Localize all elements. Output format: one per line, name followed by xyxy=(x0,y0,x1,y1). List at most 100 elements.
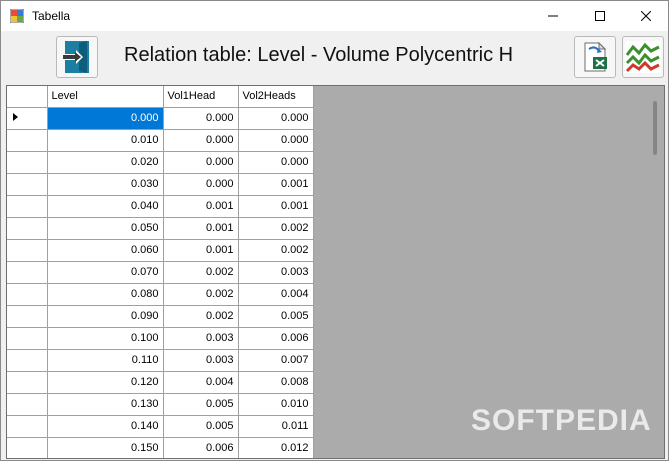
table-row[interactable]: 0.080 0.002 0.004 xyxy=(7,283,314,306)
cell-vol1head[interactable]: 0.005 xyxy=(163,415,239,438)
cell-vol1head[interactable]: 0.003 xyxy=(163,327,239,350)
cell-vol1head[interactable]: 0.001 xyxy=(163,239,239,262)
maximize-button[interactable] xyxy=(577,1,623,31)
excel-export-icon xyxy=(584,41,607,72)
cell-vol2heads[interactable]: 0.011 xyxy=(238,415,314,438)
scrollbar-thumb[interactable] xyxy=(653,101,657,155)
cell-vol1head[interactable]: 0.006 xyxy=(163,437,239,458)
cell-level[interactable]: 0.000 xyxy=(47,107,164,130)
row-header[interactable] xyxy=(7,151,48,174)
cell-level[interactable]: 0.150 xyxy=(47,437,164,458)
table-row[interactable]: 0.150 0.006 0.012 xyxy=(7,437,314,458)
cell-vol1head[interactable]: 0.002 xyxy=(163,283,239,306)
table-row[interactable]: 0.100 0.003 0.006 xyxy=(7,327,314,350)
cell-level[interactable]: 0.120 xyxy=(47,371,164,394)
cell-level[interactable]: 0.130 xyxy=(47,393,164,416)
table-row[interactable]: 0.140 0.005 0.011 xyxy=(7,415,314,438)
table-row[interactable]: 0.010 0.000 0.000 xyxy=(7,129,314,152)
cell-level[interactable]: 0.040 xyxy=(47,195,164,218)
chart-button[interactable] xyxy=(622,36,664,78)
cell-vol2heads[interactable]: 0.007 xyxy=(238,349,314,372)
cell-vol1head[interactable]: 0.000 xyxy=(163,107,239,130)
cell-vol2heads[interactable]: 0.004 xyxy=(238,283,314,306)
cell-vol1head[interactable]: 0.005 xyxy=(163,393,239,416)
cell-vol1head[interactable]: 0.000 xyxy=(163,129,239,152)
cell-vol2heads[interactable]: 0.005 xyxy=(238,305,314,328)
cell-vol1head[interactable]: 0.001 xyxy=(163,217,239,240)
cell-level[interactable]: 0.030 xyxy=(47,173,164,196)
cell-vol2heads[interactable]: 0.003 xyxy=(238,261,314,284)
table-row[interactable]: 0.060 0.001 0.002 xyxy=(7,239,314,262)
line-chart-icon xyxy=(625,41,661,73)
cell-level[interactable]: 0.140 xyxy=(47,415,164,438)
row-header[interactable] xyxy=(7,129,48,152)
row-header[interactable] xyxy=(7,327,48,350)
maximize-icon xyxy=(595,11,605,21)
row-header[interactable] xyxy=(7,437,48,458)
row-header[interactable] xyxy=(7,371,48,394)
table-row[interactable]: 0.000 0.000 0.000 xyxy=(7,107,314,130)
table-row[interactable]: 0.030 0.000 0.001 xyxy=(7,173,314,196)
cell-vol1head[interactable]: 0.004 xyxy=(163,371,239,394)
title-bar[interactable]: Tabella xyxy=(1,1,668,31)
row-header[interactable] xyxy=(7,195,48,218)
row-header[interactable] xyxy=(7,173,48,196)
cell-level[interactable]: 0.110 xyxy=(47,349,164,372)
table-row[interactable]: 0.090 0.002 0.005 xyxy=(7,305,314,328)
cell-vol2heads[interactable]: 0.001 xyxy=(238,195,314,218)
vertical-scrollbar[interactable] xyxy=(647,86,664,458)
minimize-button[interactable] xyxy=(530,1,576,31)
row-header[interactable] xyxy=(7,393,48,416)
row-header[interactable] xyxy=(7,107,48,130)
cell-vol2heads[interactable]: 0.002 xyxy=(238,217,314,240)
cell-vol2heads[interactable]: 0.000 xyxy=(238,129,314,152)
corner-header[interactable] xyxy=(7,86,48,108)
cell-vol1head[interactable]: 0.001 xyxy=(163,195,239,218)
cell-vol2heads[interactable]: 0.012 xyxy=(238,437,314,458)
cell-vol2heads[interactable]: 0.002 xyxy=(238,239,314,262)
cell-level[interactable]: 0.070 xyxy=(47,261,164,284)
table-header-row: Level Vol1Head Vol2Heads xyxy=(7,86,314,108)
table-row[interactable]: 0.130 0.005 0.010 xyxy=(7,393,314,416)
row-header[interactable] xyxy=(7,305,48,328)
cell-vol2heads[interactable]: 0.010 xyxy=(238,393,314,416)
data-grid[interactable]: Level Vol1Head Vol2Heads 0.000 0.000 0.000… xyxy=(6,85,665,459)
row-header[interactable] xyxy=(7,415,48,438)
table-row[interactable]: 0.070 0.002 0.003 xyxy=(7,261,314,284)
cell-vol2heads[interactable]: 0.006 xyxy=(238,327,314,350)
cell-level[interactable]: 0.050 xyxy=(47,217,164,240)
cell-level[interactable]: 0.090 xyxy=(47,305,164,328)
table-row[interactable]: 0.040 0.001 0.001 xyxy=(7,195,314,218)
cell-vol1head[interactable]: 0.002 xyxy=(163,305,239,328)
row-header[interactable] xyxy=(7,239,48,262)
cell-vol2heads[interactable]: 0.000 xyxy=(238,151,314,174)
cell-vol1head[interactable]: 0.000 xyxy=(163,151,239,174)
table-row[interactable]: 0.120 0.004 0.008 xyxy=(7,371,314,394)
app-window: Tabella Relation table: Level - Volume P… xyxy=(0,0,669,461)
column-header-level[interactable]: Level xyxy=(47,86,164,108)
close-button[interactable] xyxy=(623,1,669,31)
cell-level[interactable]: 0.080 xyxy=(47,283,164,306)
export-excel-button[interactable] xyxy=(574,36,616,78)
table-row[interactable]: 0.050 0.001 0.002 xyxy=(7,217,314,240)
cell-vol1head[interactable]: 0.003 xyxy=(163,349,239,372)
table-row[interactable]: 0.020 0.000 0.000 xyxy=(7,151,314,174)
column-header-vol2heads[interactable]: Vol2Heads xyxy=(238,86,314,108)
cell-level[interactable]: 0.020 xyxy=(47,151,164,174)
table-row[interactable]: 0.110 0.003 0.007 xyxy=(7,349,314,372)
row-header[interactable] xyxy=(7,217,48,240)
row-header[interactable] xyxy=(7,261,48,284)
exit-button[interactable] xyxy=(56,36,98,78)
toolbar: Relation table: Level - Volume Polycentr… xyxy=(1,31,668,84)
cell-level[interactable]: 0.010 xyxy=(47,129,164,152)
cell-vol2heads[interactable]: 0.000 xyxy=(238,107,314,130)
row-header[interactable] xyxy=(7,283,48,306)
cell-vol2heads[interactable]: 0.008 xyxy=(238,371,314,394)
cell-level[interactable]: 0.060 xyxy=(47,239,164,262)
column-header-vol1head[interactable]: Vol1Head xyxy=(163,86,239,108)
row-header[interactable] xyxy=(7,349,48,372)
cell-vol1head[interactable]: 0.002 xyxy=(163,261,239,284)
cell-level[interactable]: 0.100 xyxy=(47,327,164,350)
cell-vol2heads[interactable]: 0.001 xyxy=(238,173,314,196)
cell-vol1head[interactable]: 0.000 xyxy=(163,173,239,196)
